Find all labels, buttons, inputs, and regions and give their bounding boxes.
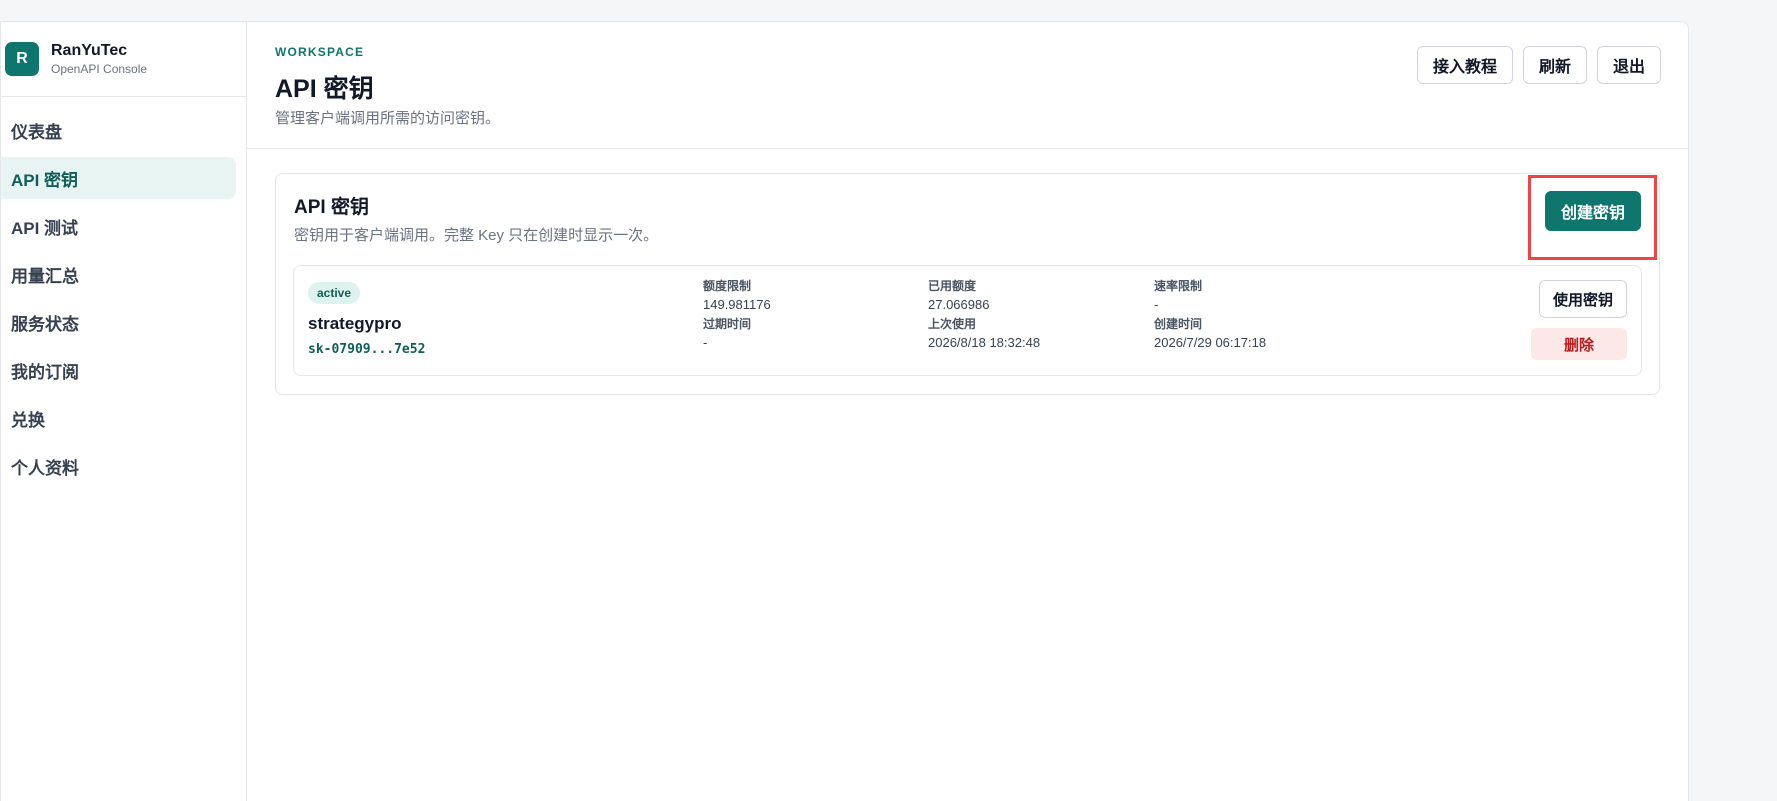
- last-used-label: 上次使用: [928, 317, 977, 331]
- sidebar-item-profile[interactable]: 个人资料: [1, 445, 236, 487]
- last-used-field: 上次使用 2026/8/18 18:32:48: [928, 316, 1040, 352]
- status-badge: active: [308, 282, 361, 304]
- used-quota-label: 已用额度: [928, 279, 977, 293]
- sidebar-item-dashboard[interactable]: 仪表盘: [1, 109, 236, 151]
- expires-label: 过期时间: [703, 317, 752, 331]
- used-quota-value: 27.066986: [928, 297, 990, 312]
- created-label: 创建时间: [1154, 317, 1203, 331]
- card-description: 密钥用于客户端调用。完整 Key 只在创建时显示一次。: [294, 227, 659, 244]
- rate-limit-label: 速率限制: [1154, 279, 1203, 293]
- sidebar-item-api-test[interactable]: API 测试: [1, 205, 236, 247]
- logout-button[interactable]: 退出: [1596, 46, 1661, 84]
- api-keys-card: API 密钥 密钥用于客户端调用。完整 Key 只在创建时显示一次。 创建密钥 …: [275, 173, 1660, 395]
- quota-limit-field: 额度限制 149.981176: [703, 278, 771, 314]
- sidebar-item-api-keys[interactable]: API 密钥: [1, 157, 236, 199]
- create-key-button[interactable]: 创建密钥: [1544, 191, 1641, 231]
- quota-limit-label: 额度限制: [703, 279, 752, 293]
- sidebar-item-redeem[interactable]: 兑换: [1, 397, 236, 439]
- key-list-item: active strategypro sk-07909...7e52 额度限制 …: [293, 265, 1642, 376]
- brand-logo: R: [5, 42, 39, 76]
- page-header: WORKSPACE API 密钥 管理客户端调用所需的访问密钥。 接入教程 刷新…: [247, 22, 1688, 149]
- expires-value: -: [703, 335, 708, 350]
- brand: R RanYuTec OpenAPI Console: [1, 22, 246, 97]
- workspace-eyebrow: WORKSPACE: [275, 45, 365, 59]
- sidebar: R RanYuTec OpenAPI Console 仪表盘 API 密钥 AP…: [1, 22, 247, 801]
- sidebar-item-service-status[interactable]: 服务状态: [1, 301, 236, 343]
- app-shell: R RanYuTec OpenAPI Console 仪表盘 API 密钥 AP…: [0, 21, 1689, 801]
- brand-subtitle: OpenAPI Console: [51, 62, 148, 76]
- main-content: WORKSPACE API 密钥 管理客户端调用所需的访问密钥。 接入教程 刷新…: [247, 22, 1688, 801]
- page-description: 管理客户端调用所需的访问密钥。: [275, 110, 501, 127]
- created-field: 创建时间 2026/7/29 06:17:18: [1154, 316, 1266, 352]
- delete-key-button[interactable]: 删除: [1531, 328, 1627, 360]
- refresh-button[interactable]: 刷新: [1522, 46, 1587, 84]
- sidebar-item-usage-summary[interactable]: 用量汇总: [1, 253, 236, 295]
- use-key-button[interactable]: 使用密钥: [1538, 280, 1627, 318]
- key-name: strategypro: [308, 314, 402, 333]
- sidebar-item-subscriptions[interactable]: 我的订阅: [1, 349, 236, 391]
- card-title: API 密钥: [294, 197, 369, 218]
- header-actions: 接入教程 刷新 退出: [1416, 46, 1661, 84]
- quota-limit-value: 149.981176: [703, 297, 771, 312]
- used-quota-field: 已用额度 27.066986: [928, 278, 989, 314]
- sidebar-nav: 仪表盘 API 密钥 API 测试 用量汇总 服务状态 我的订阅 兑换 个人资料: [1, 97, 246, 487]
- masked-key: sk-07909...7e52: [308, 342, 426, 357]
- tutorial-button[interactable]: 接入教程: [1416, 46, 1513, 84]
- last-used-value: 2026/8/18 18:32:48: [928, 335, 1041, 350]
- rate-limit-value: -: [1154, 297, 1159, 312]
- page-title: API 密钥: [275, 75, 374, 103]
- created-value: 2026/7/29 06:17:18: [1154, 335, 1267, 350]
- brand-name: RanYuTec: [51, 42, 128, 59]
- expires-field: 过期时间 -: [703, 316, 751, 352]
- rate-limit-field: 速率限制 -: [1154, 278, 1202, 314]
